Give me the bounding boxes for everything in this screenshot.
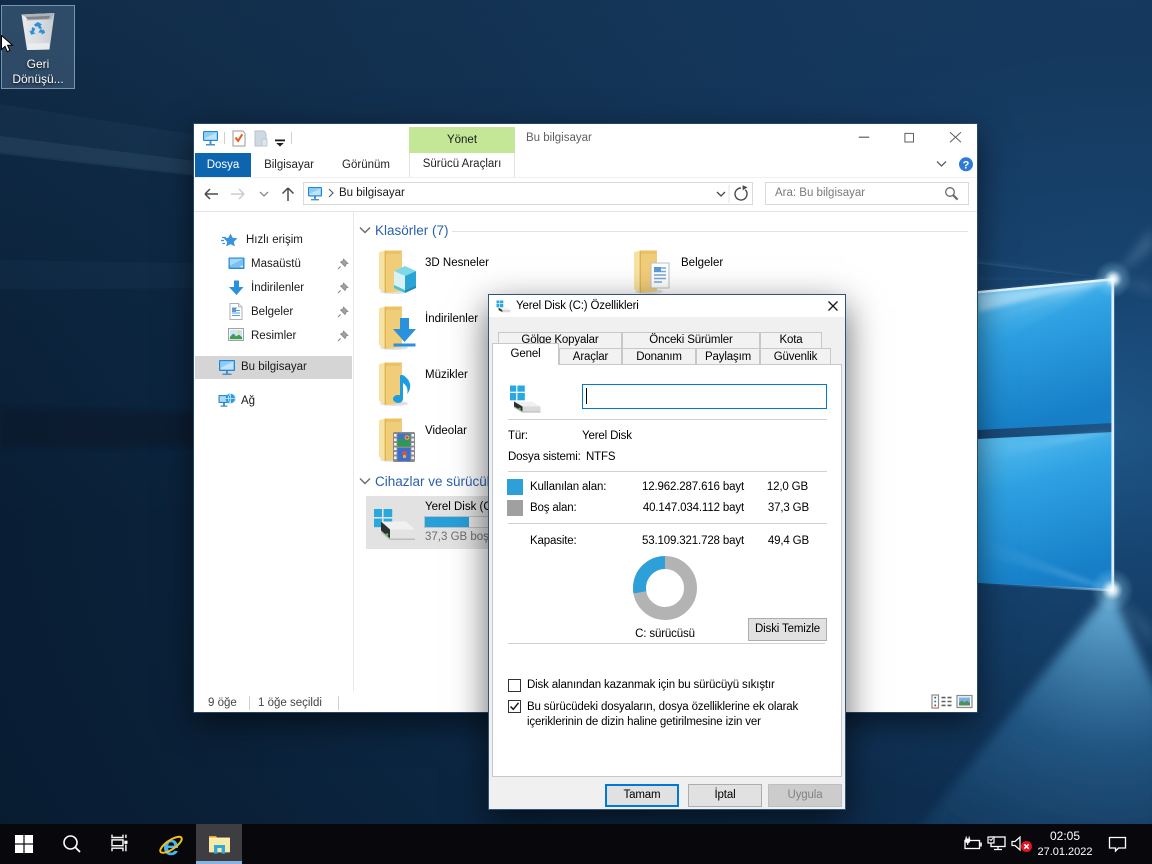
svg-text:?: ? xyxy=(963,160,970,172)
